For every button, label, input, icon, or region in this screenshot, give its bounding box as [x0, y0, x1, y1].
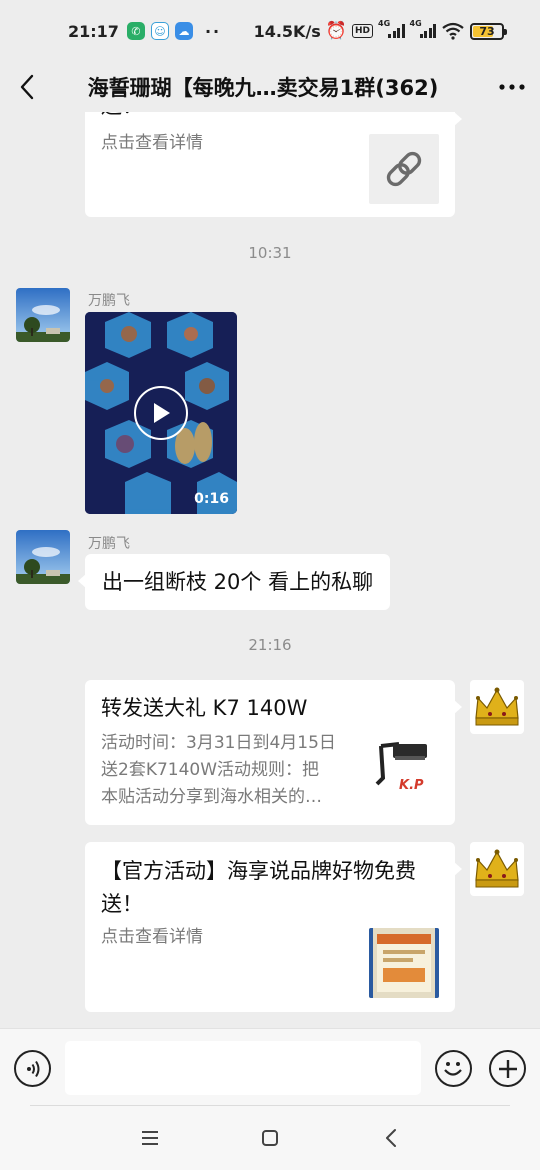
avatar-self[interactable]: [470, 680, 524, 734]
card-description: 点击查看详情: [101, 927, 203, 947]
card-title-line2: 送！: [101, 892, 143, 916]
link-card-k7[interactable]: 转发送大礼 K7 140W 活动时间：3月31日到4月15日 送2套K7140W…: [85, 680, 462, 825]
signal-icon-sim2: 4G: [410, 19, 436, 38]
back-arrow-icon: [386, 1129, 396, 1147]
more-options-button[interactable]: [484, 62, 540, 112]
voice-icon: [26, 1060, 39, 1077]
card-title-tail: 送！: [101, 112, 143, 122]
system-back-button[interactable]: [379, 1126, 403, 1150]
chat-message-list[interactable]: 送！ 点击查看详情 10:31 万鹏飞: [0, 112, 540, 1028]
emoji-button[interactable]: [435, 1050, 472, 1087]
system-nav-bar: [0, 1106, 540, 1170]
wechat-icon: ✆: [126, 22, 145, 40]
text-message-bubble[interactable]: 出一组断枝 20个 看上的私聊: [77, 554, 391, 610]
plus-icon: [498, 1059, 517, 1078]
network-speed: 14.5K/s: [253, 21, 321, 41]
home-square-icon: [262, 1130, 278, 1146]
chevron-left-icon: [20, 74, 34, 100]
recents-button[interactable]: [138, 1126, 162, 1150]
home-button[interactable]: [258, 1126, 282, 1150]
more-functions-button[interactable]: [489, 1050, 526, 1087]
sender-name: 万鹏飞: [88, 536, 130, 552]
card-description-line3: 本贴活动分享到海水相关的…: [101, 787, 322, 807]
card-title-line1: 【官方活动】海享说品牌好物免费: [101, 859, 416, 883]
link-card-top[interactable]: 送！ 点击查看详情: [85, 112, 462, 217]
video-duration: 0:16: [194, 491, 229, 507]
thumbnail-caption: K.P: [399, 778, 424, 793]
signal-icon-sim1: 4G: [378, 19, 405, 38]
battery-icon: 73: [470, 22, 507, 40]
face-app-icon: ☺: [150, 22, 169, 40]
back-button[interactable]: [0, 62, 54, 112]
product-thumbnail: [369, 928, 439, 998]
crown-icon: [470, 842, 524, 896]
crown-icon: [470, 680, 524, 734]
more-notifications-icon: ··: [204, 21, 222, 41]
timestamp: 21:16: [248, 636, 292, 654]
menu-icon: [142, 1131, 158, 1145]
card-title: 转发送大礼 K7 140W: [101, 696, 308, 720]
input-bar: [0, 1028, 540, 1106]
chat-title: 海誓珊瑚【每晚九…卖交易1群(362): [87, 76, 439, 100]
smiley-icon: [444, 1062, 462, 1076]
card-description: 点击查看详情: [101, 133, 203, 153]
sender-name: 万鹏飞: [88, 293, 130, 309]
play-button[interactable]: [134, 386, 188, 440]
timestamp: 10:31: [248, 244, 292, 262]
voice-input-button[interactable]: [14, 1050, 51, 1087]
product-thumbnail: K.P: [369, 734, 439, 804]
avatar[interactable]: [16, 288, 70, 342]
more-dots-icon: [499, 84, 525, 90]
hd-badge: HD: [351, 24, 373, 38]
chat-header: 海誓珊瑚【每晚九…卖交易1群(362): [0, 62, 540, 112]
wifi-icon: [442, 22, 464, 40]
status-bar: 21:17 ✆ ☺ ☁ ·· 14.5K/s ⏰ HD 4G 4G 73: [0, 0, 540, 62]
status-time: 21:17: [68, 21, 119, 41]
card-description-line1: 活动时间：3月31日到4月15日: [101, 733, 336, 753]
message-input[interactable]: [65, 1041, 421, 1095]
avatar-self[interactable]: [470, 842, 524, 896]
avatar[interactable]: [16, 530, 70, 584]
play-icon: [154, 403, 170, 423]
alarm-icon: ⏰: [325, 21, 347, 41]
cloud-icon: ☁: [174, 22, 193, 40]
link-thumbnail: [369, 134, 439, 204]
battery-level: 73: [479, 24, 495, 38]
card-description-line2: 送2套K7140W活动规则：把: [101, 760, 320, 780]
link-icon: [386, 151, 422, 187]
link-card-official[interactable]: 【官方活动】海享说品牌好物免费 送！ 点击查看详情: [85, 842, 462, 1012]
video-message[interactable]: 0:16: [85, 312, 237, 514]
